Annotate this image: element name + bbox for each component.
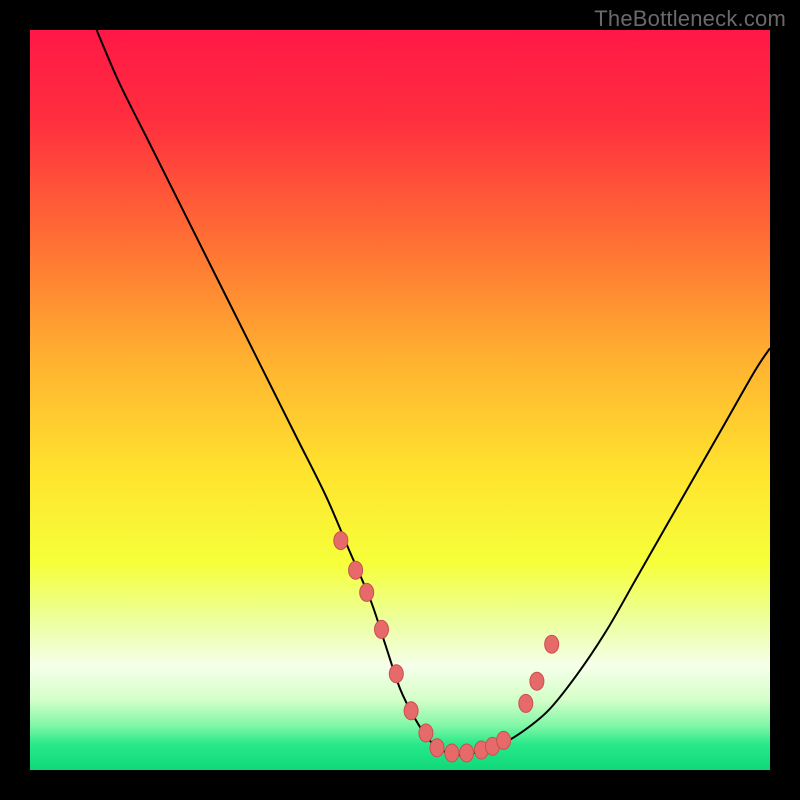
trough-marker — [389, 665, 403, 683]
trough-marker — [445, 744, 459, 762]
trough-marker — [460, 744, 474, 762]
trough-marker — [530, 672, 544, 690]
trough-marker — [419, 724, 433, 742]
chart-svg — [30, 30, 770, 770]
trough-marker — [519, 694, 533, 712]
chart-plot-area — [30, 30, 770, 770]
trough-marker — [360, 583, 374, 601]
trough-marker — [497, 731, 511, 749]
chart-frame: TheBottleneck.com — [0, 0, 800, 800]
trough-marker — [375, 620, 389, 638]
trough-marker — [430, 739, 444, 757]
trough-marker — [404, 702, 418, 720]
watermark-text: TheBottleneck.com — [594, 6, 786, 32]
trough-marker — [545, 635, 559, 653]
trough-marker — [334, 532, 348, 550]
trough-marker — [349, 561, 363, 579]
chart-background-gradient — [30, 30, 770, 770]
